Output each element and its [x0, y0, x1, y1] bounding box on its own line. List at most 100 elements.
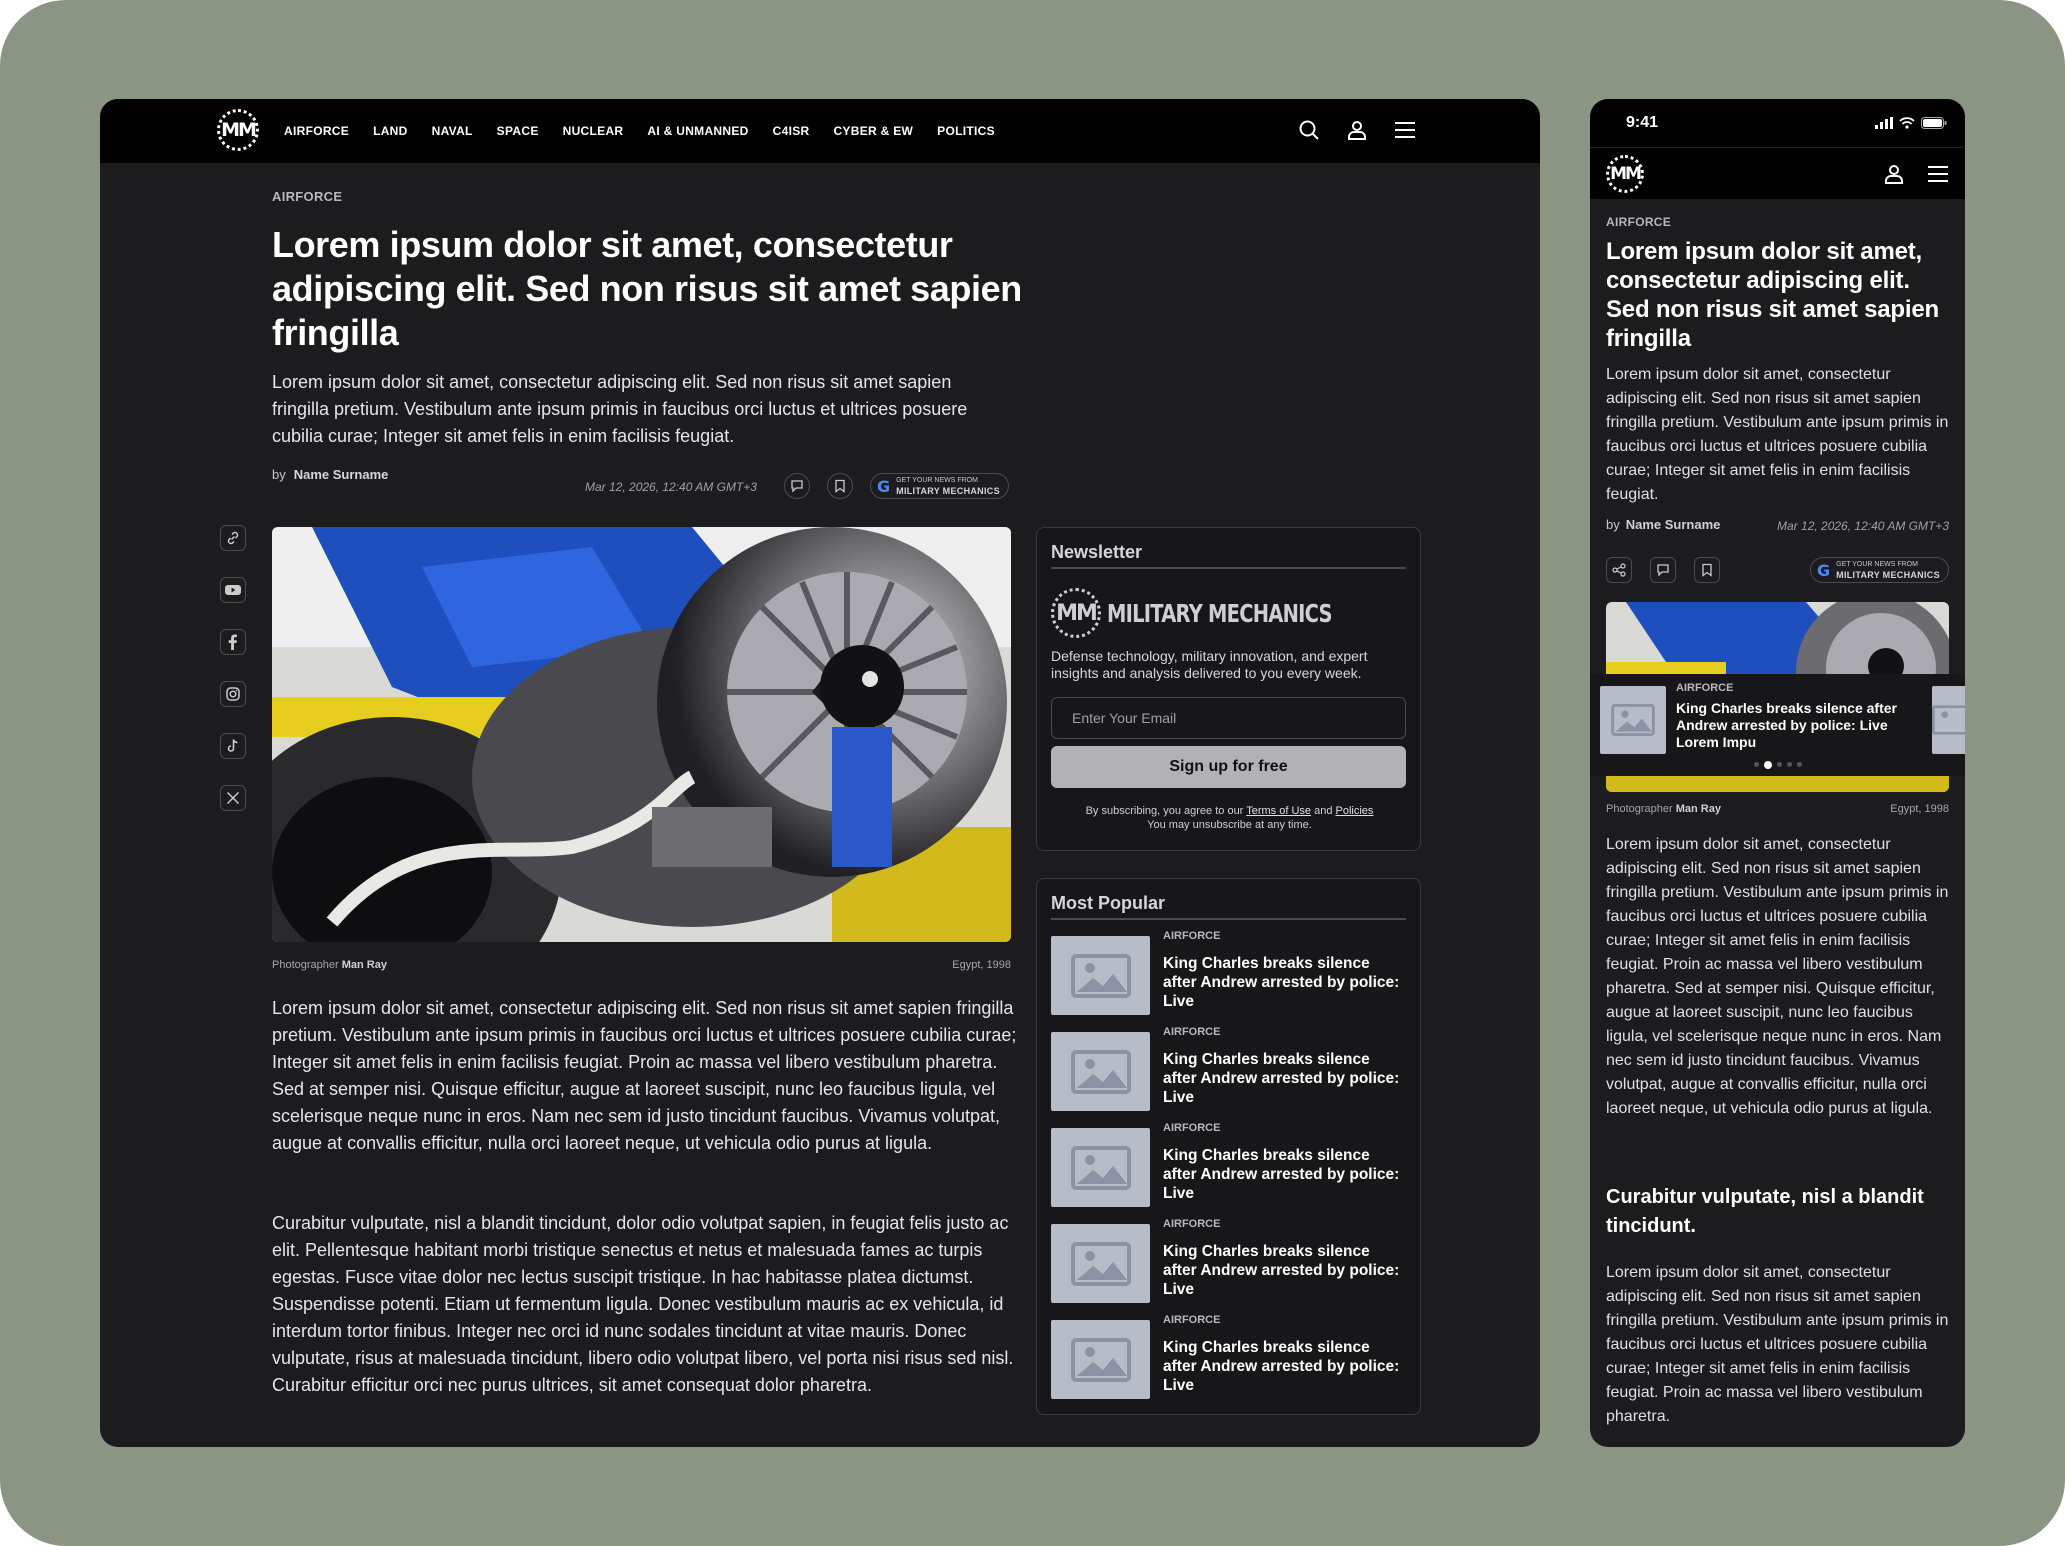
- popular-item-title: King Charles breaks silence after Andrew…: [1163, 1147, 1400, 1202]
- google-icon: G: [877, 476, 891, 496]
- caption-label: Photographer: [272, 959, 339, 971]
- mobile-comment-button[interactable]: [1650, 557, 1676, 583]
- terms-link[interactable]: Terms of Use: [1246, 805, 1311, 817]
- newsletter-logo-text: MM: [1056, 600, 1098, 626]
- nav-link-space[interactable]: SPACE: [497, 124, 539, 138]
- brand-name: MILITARY MECHANICS: [1107, 598, 1333, 628]
- copy-link-button[interactable]: [220, 525, 246, 551]
- mobile-photographer-name: Man Ray: [1675, 803, 1721, 815]
- presentation-canvas: MM AIRFORCE LAND NAVAL SPACE NUCLEAR AI …: [0, 0, 2065, 1546]
- nav-link-airforce[interactable]: AIRFORCE: [284, 124, 349, 138]
- google-news-badge[interactable]: G GET YOUR NEWS FROM MILITARY MECHANICS: [870, 473, 1009, 499]
- user-icon[interactable]: [1344, 117, 1370, 143]
- popular-item-category: AIRFORCE: [1163, 1218, 1221, 1230]
- menu-icon[interactable]: [1925, 161, 1951, 187]
- mobile-article-title: Lorem ipsum dolor sit amet, consectetur …: [1606, 238, 1939, 352]
- bookmark-icon: [1702, 563, 1712, 577]
- publish-date: Mar 12, 2026, 12:40 AM GMT+3: [585, 480, 757, 494]
- related-carousel[interactable]: AIRFORCE King Charles breaks silence aft…: [1590, 674, 1965, 776]
- mobile-google-news-badge[interactable]: G GET YOUR NEWS FROM MILITARY MECHANICS: [1810, 557, 1949, 583]
- mobile-byline: by Name Surname: [1606, 517, 1720, 532]
- caption-place: Egypt, 1998: [952, 959, 1011, 971]
- policies-link[interactable]: Policies: [1336, 805, 1374, 817]
- popular-item[interactable]: AIRFORCE King Charles breaks silence aft…: [1051, 1026, 1411, 1111]
- carousel-dot[interactable]: [1777, 762, 1782, 767]
- most-popular-heading: Most Popular: [1051, 893, 1406, 920]
- hero-image: [272, 527, 1011, 942]
- legal-prefix: By subscribing, you agree to our: [1085, 805, 1244, 817]
- google-news-small: GET YOUR NEWS FROM: [896, 477, 978, 484]
- popular-item[interactable]: AIRFORCE King Charles breaks silence aft…: [1051, 1218, 1411, 1303]
- instagram-icon: [226, 687, 240, 701]
- nav-link-nuclear[interactable]: NUCLEAR: [563, 124, 624, 138]
- mobile-logo-text: MM: [1610, 164, 1642, 184]
- mobile-google-news-brand: MILITARY MECHANICS: [1836, 570, 1940, 580]
- popular-item[interactable]: AIRFORCE King Charles breaks silence aft…: [1051, 930, 1411, 1015]
- mobile-share-button[interactable]: [1606, 557, 1632, 583]
- newsletter-brand: MM MILITARY MECHANICS: [1051, 588, 1395, 638]
- mobile-caption-place: Egypt, 1998: [1890, 803, 1949, 815]
- facebook-button[interactable]: [220, 629, 246, 655]
- share-icon: [1612, 563, 1626, 577]
- popular-item-category: AIRFORCE: [1163, 1026, 1221, 1038]
- newsletter-legal: By subscribing, you agree to our Terms o…: [1037, 804, 1422, 832]
- carousel-dot[interactable]: [1797, 762, 1802, 767]
- google-news-brand: MILITARY MECHANICS: [896, 486, 1000, 496]
- nav-link-naval[interactable]: NAVAL: [432, 124, 473, 138]
- popular-item[interactable]: AIRFORCE King Charles breaks silence aft…: [1051, 1122, 1411, 1207]
- popular-item[interactable]: AIRFORCE King Charles breaks silence aft…: [1051, 1314, 1411, 1399]
- nav-actions: [1296, 117, 1418, 143]
- newsletter-description: Defense technology, military innovation,…: [1051, 648, 1368, 681]
- mobile-by-label: by: [1606, 517, 1620, 532]
- nav-link-c4isr[interactable]: C4ISR: [773, 124, 810, 138]
- article-lead: Lorem ipsum dolor sit amet, consectetur …: [272, 372, 968, 446]
- carousel-dot-active[interactable]: [1764, 761, 1772, 769]
- popular-item-title: King Charles breaks silence after Andrew…: [1163, 1243, 1400, 1298]
- byline: by Name Surname: [272, 467, 388, 482]
- tiktok-button[interactable]: [220, 733, 246, 759]
- mobile-author-name[interactable]: Name Surname: [1626, 517, 1721, 532]
- mobile-google-news-small: GET YOUR NEWS FROM: [1836, 561, 1918, 568]
- link-icon: [227, 531, 239, 545]
- popular-item-title: King Charles breaks silence after Andrew…: [1163, 955, 1400, 1010]
- signup-button[interactable]: Sign up for free: [1051, 746, 1406, 788]
- popular-item-category: AIRFORCE: [1163, 1122, 1221, 1134]
- mobile-publish-date: Mar 12, 2026, 12:40 AM GMT+3: [1777, 519, 1949, 533]
- comment-icon: [791, 480, 803, 493]
- nav-link-cyber-ew[interactable]: CYBER & EW: [833, 124, 913, 138]
- x-icon: [226, 791, 240, 805]
- signal-icon: [1875, 117, 1893, 129]
- article-category[interactable]: AIRFORCE: [272, 189, 342, 204]
- legal-unsubscribe: You may unsubscribe at any time.: [1147, 819, 1312, 831]
- photographer-name: Man Ray: [341, 959, 387, 971]
- nav-link-politics[interactable]: POLITICS: [937, 124, 995, 138]
- nav-link-ai-unmanned[interactable]: AI & UNMANNED: [647, 124, 748, 138]
- x-button[interactable]: [220, 785, 246, 811]
- mobile-subheading: Curabitur vulputate, nisl a blandit tinc…: [1606, 1186, 1924, 1237]
- site-logo[interactable]: MM: [217, 109, 259, 151]
- youtube-button[interactable]: [220, 577, 246, 603]
- comment-button[interactable]: [784, 473, 810, 499]
- author-name[interactable]: Name Surname: [294, 467, 389, 482]
- image-placeholder-icon: [1051, 1224, 1150, 1303]
- bookmark-button[interactable]: [827, 473, 853, 499]
- google-icon: G: [1817, 560, 1831, 580]
- facebook-icon: [228, 634, 237, 650]
- search-icon[interactable]: [1296, 117, 1322, 143]
- mobile-article-category[interactable]: AIRFORCE: [1606, 215, 1671, 229]
- carousel-dot[interactable]: [1787, 762, 1792, 767]
- user-icon[interactable]: [1881, 161, 1907, 187]
- email-input[interactable]: [1051, 697, 1406, 739]
- mobile-article-paragraph-2: Lorem ipsum dolor sit amet, consectetur …: [1606, 1264, 1949, 1425]
- mobile-bookmark-button[interactable]: [1694, 557, 1720, 583]
- mobile-site-logo[interactable]: MM: [1606, 155, 1644, 193]
- nav-link-land[interactable]: LAND: [373, 124, 408, 138]
- mobile-caption-label: Photographer: [1606, 803, 1673, 815]
- instagram-button[interactable]: [220, 681, 246, 707]
- mobile-nav-actions: [1881, 161, 1951, 187]
- most-popular-panel: Most Popular AIRFORCE King Charles break…: [1036, 878, 1421, 1415]
- mobile-frame: 9:41 MM AIRFORCE Lorem ipsum dolor sit a…: [1590, 99, 1965, 1447]
- image-placeholder-icon: [1051, 1320, 1150, 1399]
- menu-icon[interactable]: [1392, 117, 1418, 143]
- carousel-dot[interactable]: [1754, 762, 1759, 767]
